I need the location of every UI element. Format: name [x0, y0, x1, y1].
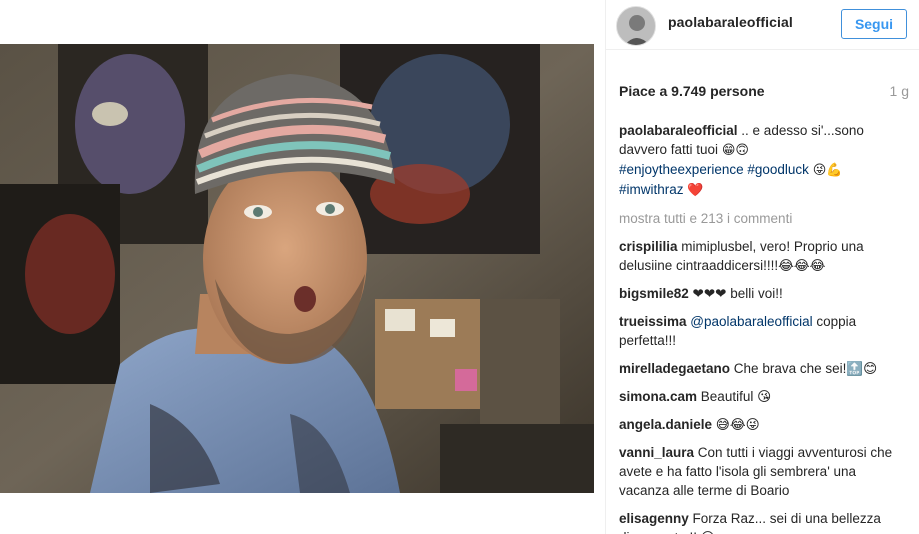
- avatar[interactable]: [616, 6, 656, 46]
- comment-text: Che brava che sei!🔝😊: [730, 361, 878, 376]
- post-username[interactable]: paolabaraleofficial: [668, 14, 793, 30]
- hashtag-imwithraz[interactable]: #imwithraz: [619, 182, 684, 197]
- comment-text: Beautiful 😘: [697, 389, 772, 404]
- comment-item: elisagenny Forza Raz... sei di una belle…: [619, 509, 909, 534]
- comment-item: simona.cam Beautiful 😘: [619, 387, 909, 406]
- hashtag-goodluck[interactable]: #goodluck: [747, 162, 809, 177]
- comments-list: paolabaraleofficial .. e adesso si'...so…: [619, 121, 909, 534]
- post-sidebar: paolabaraleofficial Segui Piace a 9.749 …: [605, 0, 919, 534]
- caption-emoji: 😁🙃: [721, 143, 749, 158]
- comment-username[interactable]: simona.cam: [619, 389, 697, 404]
- comment-username[interactable]: elisagenny: [619, 511, 689, 526]
- likes-count[interactable]: Piace a 9.749 persone: [619, 83, 765, 99]
- likes-row: Piace a 9.749 persone 1 g: [619, 83, 909, 103]
- comment-mention[interactable]: @paolabaraleofficial: [687, 314, 812, 329]
- avatar-image: [617, 7, 655, 45]
- show-all-comments-link[interactable]: mostra tutti e 213 i commenti: [619, 209, 909, 228]
- comment-item: crispililia mimiplusbel, vero! Proprio u…: [619, 237, 909, 275]
- comment-username[interactable]: angela.daniele: [619, 417, 712, 432]
- comment-item: vanni_laura Con tutti i viaggi avventuro…: [619, 443, 909, 500]
- comment-text: 😅😂😜: [712, 417, 760, 432]
- comment-item: bigsmile82 ❤❤❤ belli voi!!: [619, 284, 909, 303]
- post-image-area: [0, 0, 605, 534]
- caption-emoji-2: 😜💪: [812, 163, 843, 178]
- post-photo-illustration: [0, 44, 594, 493]
- comment-username[interactable]: vanni_laura: [619, 445, 694, 460]
- comment-username[interactable]: bigsmile82: [619, 286, 689, 301]
- heart-emoji: ❤️: [687, 183, 704, 198]
- comment-username[interactable]: mirelladegaetano: [619, 361, 730, 376]
- comment-username[interactable]: trueissima: [619, 314, 687, 329]
- comment-item: mirelladegaetano Che brava che sei!🔝😊: [619, 359, 909, 378]
- follow-button[interactable]: Segui: [841, 9, 907, 39]
- caption: paolabaraleofficial .. e adesso si'...so…: [619, 121, 909, 200]
- comment-item: trueissima @paolabaraleofficial coppia p…: [619, 312, 909, 350]
- comment-item: angela.daniele 😅😂😜: [619, 415, 909, 434]
- post-header: paolabaraleofficial Segui: [606, 0, 919, 50]
- hashtag-enjoytheexperience[interactable]: #enjoytheexperience: [619, 162, 744, 177]
- comment-username[interactable]: crispililia: [619, 239, 678, 254]
- comment-text: ❤❤❤ belli voi!!: [688, 286, 783, 301]
- caption-username[interactable]: paolabaraleofficial: [619, 123, 738, 138]
- post-age[interactable]: 1 g: [890, 83, 909, 99]
- post-photo[interactable]: [0, 44, 594, 493]
